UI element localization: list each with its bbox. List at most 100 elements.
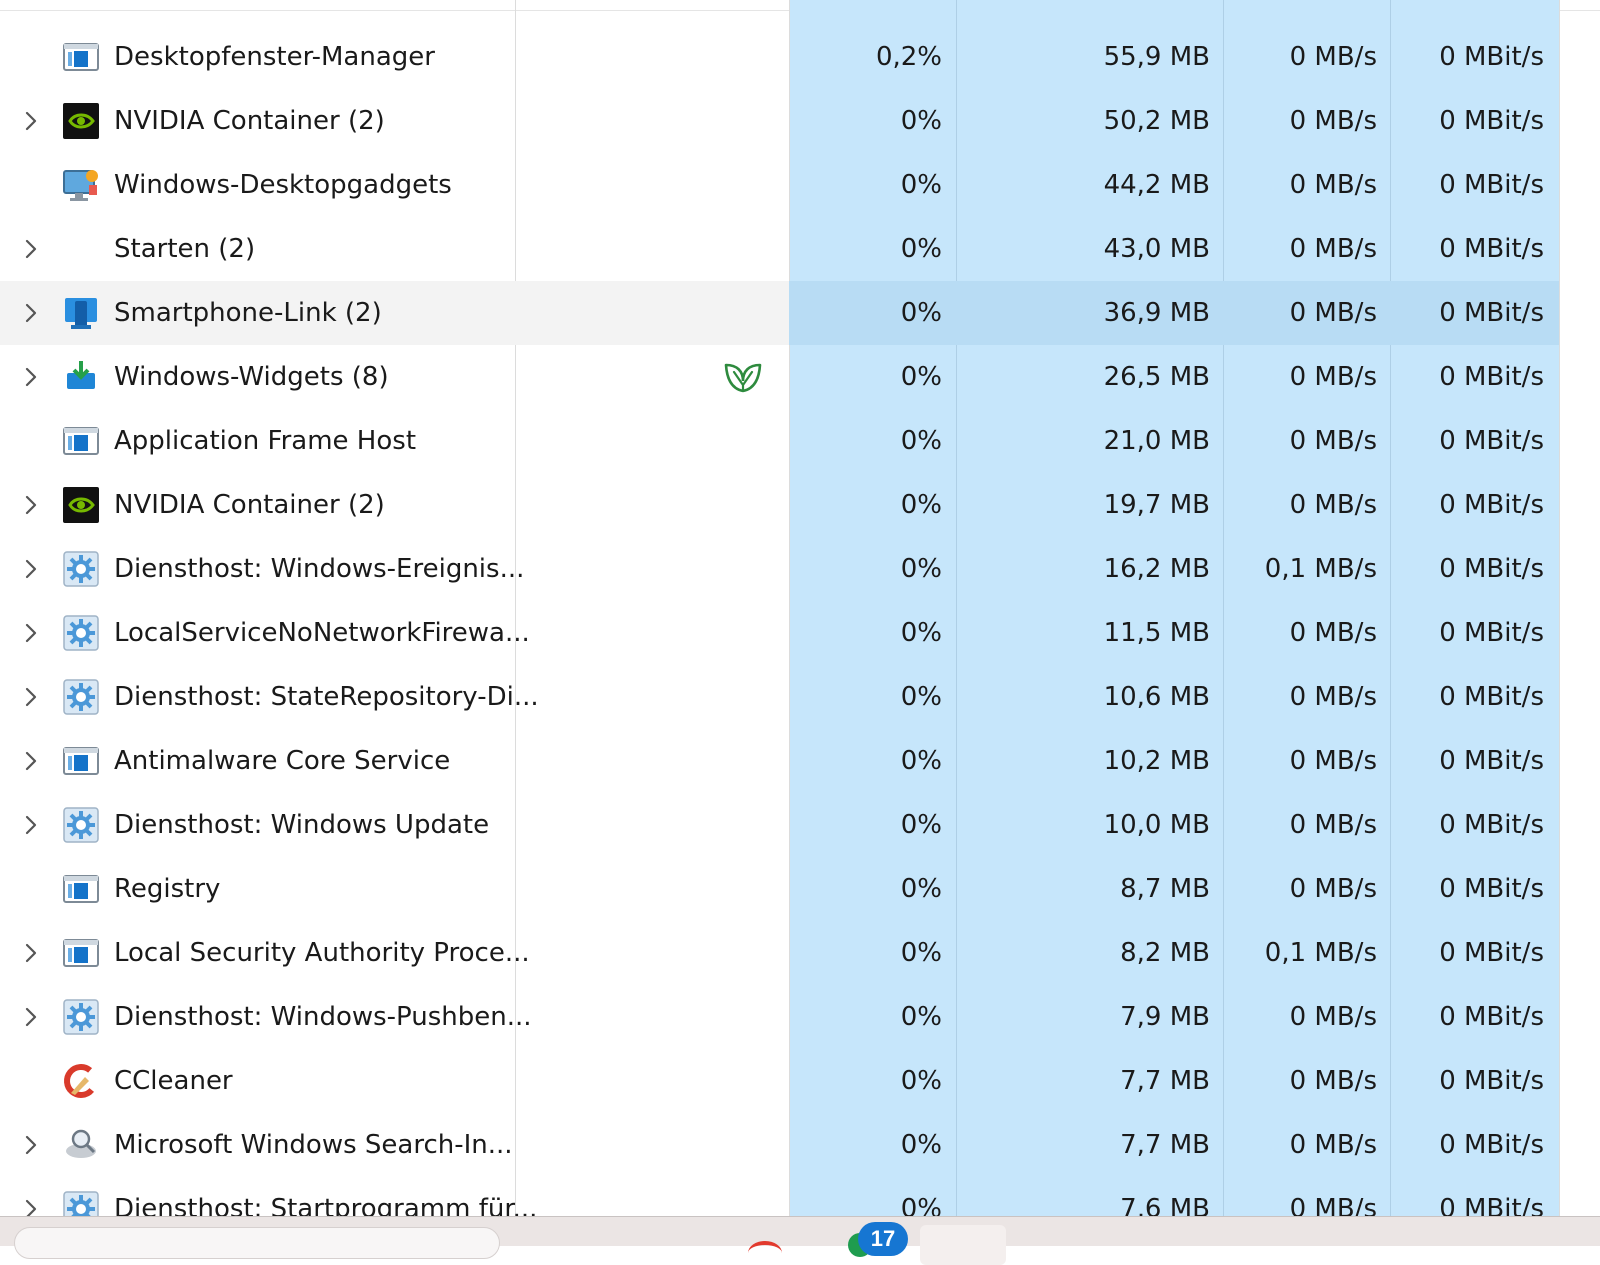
network-value: 0 MBit/s [1439,1130,1544,1160]
search-indexer-icon [63,1127,99,1163]
app-window-icon [63,423,99,459]
phone-link-icon [63,295,99,331]
process-row[interactable]: Antimalware Core Service 0% 10,2 MB 0 MB/s 0… [0,729,1600,793]
taskbar-app-slot[interactable] [920,1225,1006,1265]
network-value: 0 MBit/s [1439,1066,1544,1096]
network-value: 0 MBit/s [1439,106,1544,136]
process-row[interactable]: Desktopfenster-Manager 0,2% 55,9 MB 0 MB/s 0… [0,25,1600,89]
network-value: 0 MBit/s [1439,746,1544,776]
network-value: 0 MBit/s [1439,234,1544,264]
network-value: 0 MBit/s [1439,1002,1544,1032]
process-row[interactable]: NVIDIA Container (2) 0% 50,2 MB 0 MB/s 0 MBi… [0,89,1600,153]
cpu-value: 0% [900,106,942,136]
efficiency-mode-leaf-icon [723,359,763,395]
expand-chevron-icon[interactable] [18,107,44,135]
cpu-value: 0% [900,746,942,776]
process-row[interactable]: Diensthost: Windows-Pushben... 0% 7,9 MB 0 … [0,985,1600,1049]
memory-value: 8,7 MB [1120,874,1210,904]
process-name: LocalServiceNoNetworkFirewa... [114,618,530,648]
network-value: 0 MBit/s [1439,298,1544,328]
process-row[interactable]: Diensthost: Windows Update 0% 10,0 MB 0 MB/… [0,793,1600,857]
network-value: 0 MBit/s [1439,170,1544,200]
process-name: Diensthost: StateRepository-Di... [114,682,539,712]
disk-value: 0 MB/s [1289,810,1377,840]
process-name: Diensthost: Windows-Pushben... [114,1002,532,1032]
expand-chevron-icon[interactable] [18,939,44,967]
process-table: Desktopfenster-Manager 0,2% 55,9 MB 0 MB/s 0… [0,25,1600,1241]
disk-value: 0 MB/s [1289,426,1377,456]
cpu-value: 0% [900,1002,942,1032]
network-value: 0 MBit/s [1439,554,1544,584]
process-name: Smartphone-Link (2) [114,298,382,328]
disk-value: 0,1 MB/s [1264,938,1377,968]
cpu-value: 0% [900,1130,942,1160]
process-row[interactable]: LocalServiceNoNetworkFirewa... 0% 11,5 MB 0… [0,601,1600,665]
expand-chevron-icon[interactable] [18,555,44,583]
process-name: Application Frame Host [114,426,417,456]
cpu-value: 0,2% [875,42,942,72]
expand-chevron-icon[interactable] [18,619,44,647]
process-row[interactable]: Registry 0% 8,7 MB 0 MB/s 0 MBit/s [0,857,1600,921]
expand-chevron-icon[interactable] [18,235,44,263]
expand-chevron-icon[interactable] [18,491,44,519]
process-row[interactable]: Windows-Desktopgadgets 0% 44,2 MB 0 MB/s 0 M… [0,153,1600,217]
cpu-value: 0% [900,874,942,904]
cpu-value: 0% [900,810,942,840]
process-name: Local Security Authority Proce... [114,938,530,968]
service-gear-icon [63,679,99,715]
cpu-value: 0% [900,1066,942,1096]
disk-value: 0 MB/s [1289,490,1377,520]
expand-chevron-icon[interactable] [18,1131,44,1159]
notification-badge: 17 [858,1222,908,1256]
process-row[interactable]: NVIDIA Container (2) 0% 19,7 MB 0 MB/s 0 MBi… [0,473,1600,537]
cpu-value: 0% [900,298,942,328]
expand-chevron-icon[interactable] [18,811,44,839]
memory-value: 7,7 MB [1120,1066,1210,1096]
cpu-value: 0% [900,618,942,648]
process-name: Diensthost: Windows-Ereignis... [114,554,525,584]
expand-chevron-icon[interactable] [18,1003,44,1031]
disk-value: 0 MB/s [1289,874,1377,904]
cpu-value: 0% [900,426,942,456]
process-row[interactable]: Application Frame Host 0% 21,0 MB 0 MB/s 0 M… [0,409,1600,473]
cpu-value: 0% [900,362,942,392]
nvidia-icon [63,487,99,523]
process-row[interactable]: Windows-Widgets (8) 0% 26,5 MB 0 MB/s 0 MBit… [0,345,1600,409]
expand-chevron-icon[interactable] [18,363,44,391]
process-name: Diensthost: Windows Update [114,810,490,840]
disk-value: 0 MB/s [1289,1130,1377,1160]
disk-value: 0 MB/s [1289,362,1377,392]
process-name: Windows-Widgets (8) [114,362,389,392]
disk-value: 0 MB/s [1289,298,1377,328]
ccleaner-icon [63,1063,99,1099]
network-value: 0 MBit/s [1439,42,1544,72]
network-value: 0 MBit/s [1439,682,1544,712]
memory-value: 26,5 MB [1103,362,1210,392]
taskbar-search-box[interactable] [14,1227,500,1259]
expand-chevron-icon[interactable] [18,683,44,711]
app-window-icon [63,743,99,779]
service-gear-icon [63,551,99,587]
process-row[interactable]: Smartphone-Link (2) 0% 36,9 MB 0 MB/s 0 MBit… [0,281,1600,345]
desktop-gadgets-icon [63,167,99,203]
process-row[interactable]: Diensthost: Windows-Ereignis... 0% 16,2 MB… [0,537,1600,601]
process-row[interactable]: Local Security Authority Proce... 0% 8,2 M… [0,921,1600,985]
process-row[interactable]: CCleaner 0% 7,7 MB 0 MB/s 0 MBit/s [0,1049,1600,1113]
cpu-value: 0% [900,554,942,584]
taskbar: 17 [0,1216,1600,1265]
disk-value: 0,1 MB/s [1264,554,1377,584]
disk-value: 0 MB/s [1289,42,1377,72]
widgets-icon [63,359,99,395]
network-value: 0 MBit/s [1439,810,1544,840]
expand-chevron-icon[interactable] [18,747,44,775]
expand-chevron-icon[interactable] [18,299,44,327]
app-window-icon [63,39,99,75]
service-gear-icon [63,807,99,843]
app-window-icon [63,871,99,907]
process-row[interactable]: Microsoft Windows Search-In... 0% 7,7 MB 0 … [0,1113,1600,1177]
memory-value: 8,2 MB [1120,938,1210,968]
network-value: 0 MBit/s [1439,874,1544,904]
nvidia-icon [63,103,99,139]
process-row[interactable]: Starten (2) 0% 43,0 MB 0 MB/s 0 MBit/s [0,217,1600,281]
process-row[interactable]: Diensthost: StateRepository-Di... 0% 10,6 … [0,665,1600,729]
